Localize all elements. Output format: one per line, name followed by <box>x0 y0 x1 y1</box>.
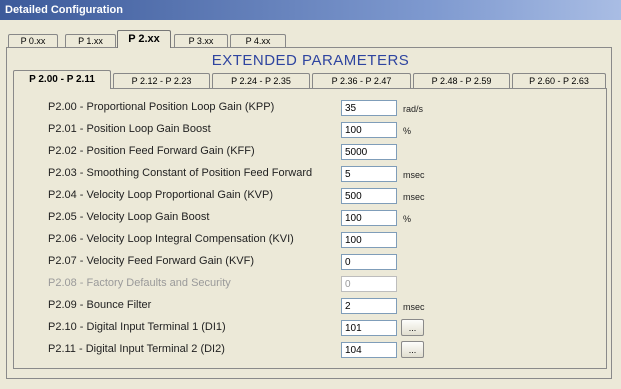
param-unit: msec <box>403 192 425 202</box>
window-title: Detailed Configuration <box>0 0 621 20</box>
param-label: P2.00 - Proportional Position Loop Gain … <box>48 101 275 113</box>
param-label: P2.04 - Velocity Loop Proportional Gain … <box>48 189 274 201</box>
param-row-p210: P2.10 - Digital Input Terminal 1 (DI1) .… <box>0 319 621 339</box>
param-value-input[interactable] <box>341 320 397 336</box>
param-row-p206: P2.06 - Velocity Loop Integral Compensat… <box>0 231 621 251</box>
param-row-p200: P2.00 - Proportional Position Loop Gain … <box>0 99 621 119</box>
param-row-p205: P2.05 - Velocity Loop Gain Boost % <box>0 209 621 229</box>
param-unit: msec <box>403 302 425 312</box>
param-value-input[interactable] <box>341 166 397 182</box>
param-label: P2.11 - Digital Input Terminal 2 (DI2) <box>48 343 225 355</box>
param-value-input[interactable] <box>341 100 397 116</box>
param-row-p209: P2.09 - Bounce Filter msec <box>0 297 621 317</box>
browse-button[interactable]: ... <box>401 341 424 358</box>
param-value-input[interactable] <box>341 210 397 226</box>
param-value-input[interactable] <box>341 188 397 204</box>
param-row-p201: P2.01 - Position Loop Gain Boost % <box>0 121 621 141</box>
param-value-input[interactable] <box>341 342 397 358</box>
param-label: P2.02 - Position Feed Forward Gain (KFF) <box>48 145 255 157</box>
param-row-p202: P2.02 - Position Feed Forward Gain (KFF) <box>0 143 621 163</box>
param-row-p207: P2.07 - Velocity Feed Forward Gain (KVF) <box>0 253 621 273</box>
param-unit: % <box>403 126 412 136</box>
param-label: P2.10 - Digital Input Terminal 1 (DI1) <box>48 321 226 333</box>
param-value-input[interactable] <box>341 298 397 314</box>
param-value-input[interactable] <box>341 254 397 270</box>
param-row-p203: P2.03 - Smoothing Constant of Position F… <box>0 165 621 185</box>
param-value-input[interactable] <box>341 144 397 160</box>
subtab-p224[interactable]: P 2.24 - P 2.35 <box>212 73 310 88</box>
param-unit: % <box>403 214 412 224</box>
param-label: P2.05 - Velocity Loop Gain Boost <box>48 211 210 223</box>
param-label: P2.01 - Position Loop Gain Boost <box>48 123 211 135</box>
param-value-input-disabled <box>341 276 397 292</box>
param-row-p208: P2.08 - Factory Defaults and Security <box>0 275 621 295</box>
param-label: P2.09 - Bounce Filter <box>48 299 152 311</box>
tab-p0[interactable]: P 0.xx <box>8 34 58 48</box>
tab-p2[interactable]: P 2.xx <box>117 30 171 48</box>
tab-p4[interactable]: P 4.xx <box>230 34 286 48</box>
param-label: P2.06 - Velocity Loop Integral Compensat… <box>48 233 294 245</box>
param-unit: msec <box>403 170 425 180</box>
tab-p3[interactable]: P 3.xx <box>174 34 228 48</box>
param-label: P2.03 - Smoothing Constant of Position F… <box>48 167 313 179</box>
subtab-p260[interactable]: P 2.60 - P 2.63 <box>512 73 606 88</box>
subtab-p236[interactable]: P 2.36 - P 2.47 <box>312 73 411 88</box>
param-row-p211: P2.11 - Digital Input Terminal 2 (DI2) .… <box>0 341 621 361</box>
tab-p1[interactable]: P 1.xx <box>65 34 116 48</box>
subtab-p200[interactable]: P 2.00 - P 2.11 <box>13 70 111 89</box>
param-value-input[interactable] <box>341 122 397 138</box>
param-row-p204: P2.04 - Velocity Loop Proportional Gain … <box>0 187 621 207</box>
section-title: EXTENDED PARAMETERS <box>211 52 410 69</box>
param-label: P2.08 - Factory Defaults and Security <box>48 277 231 289</box>
browse-button[interactable]: ... <box>401 319 424 336</box>
param-value-input[interactable] <box>341 232 397 248</box>
subtab-p212[interactable]: P 2.12 - P 2.23 <box>113 73 210 88</box>
param-unit: rad/s <box>403 104 424 114</box>
param-label: P2.07 - Velocity Feed Forward Gain (KVF) <box>48 255 255 267</box>
subtab-p248[interactable]: P 2.48 - P 2.59 <box>413 73 510 88</box>
